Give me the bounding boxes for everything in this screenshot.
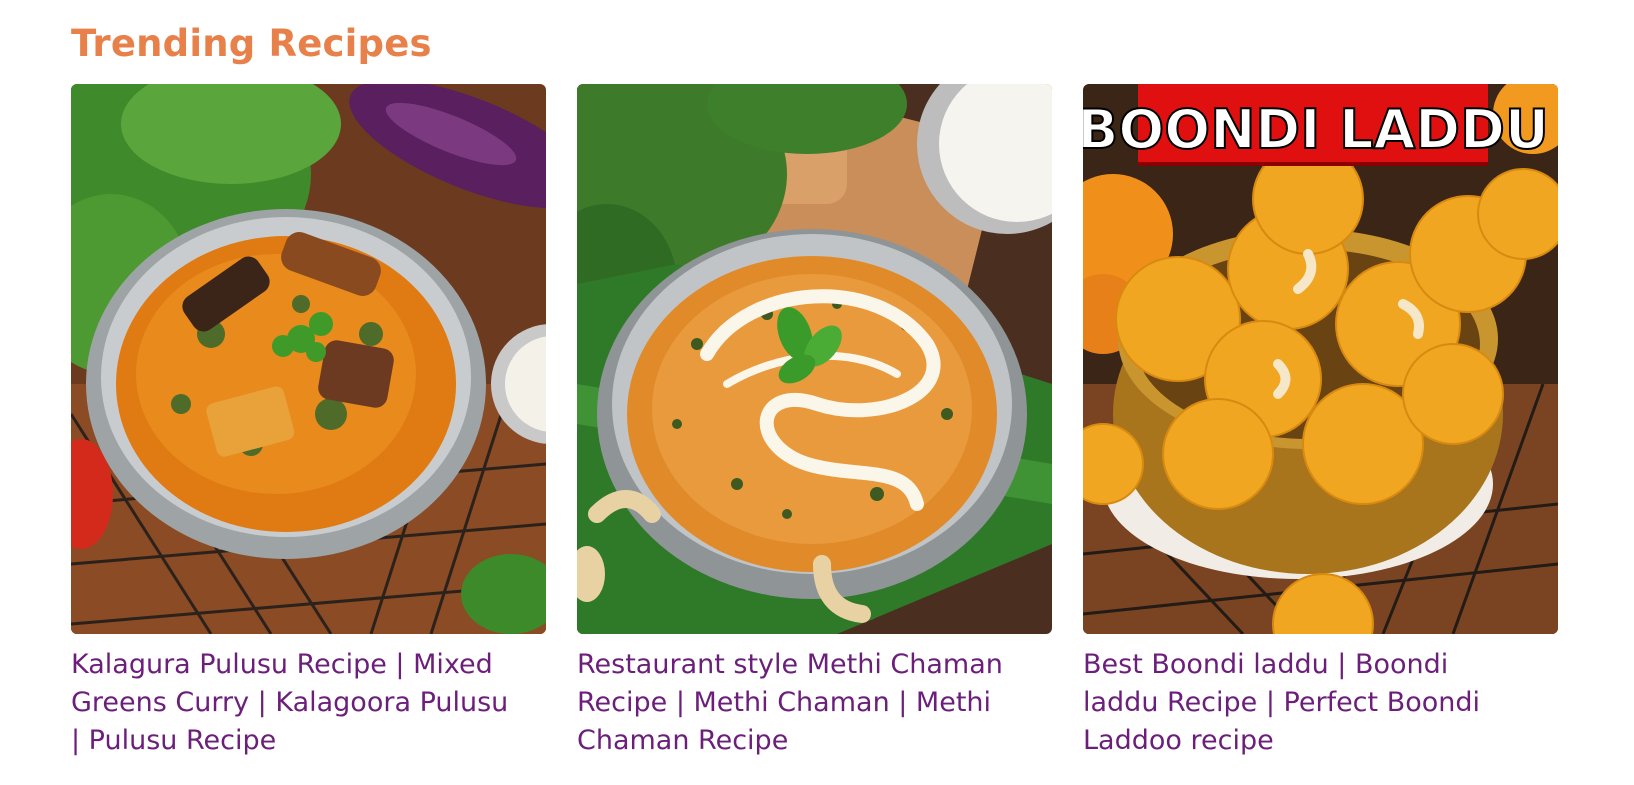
recipe-card-boondi-laddu[interactable]: BOONDI LADDU Best Boondi laddu | Boondi … xyxy=(1083,84,1558,760)
recipe-card-kalagura-pulusu[interactable]: Kalagura Pulusu Recipe | Mixed Greens Cu… xyxy=(71,84,546,760)
recipe-title[interactable]: Best Boondi laddu | Boondi laddu Recipe … xyxy=(1083,646,1523,760)
recipe-card-methi-chaman[interactable]: Restaurant style Methi Chaman Recipe | M… xyxy=(577,84,1052,760)
recipe-grid: Kalagura Pulusu Recipe | Mixed Greens Cu… xyxy=(71,84,1558,760)
boondi-laddu-photo: BOONDI LADDU xyxy=(1083,84,1558,634)
recipe-title[interactable]: Kalagura Pulusu Recipe | Mixed Greens Cu… xyxy=(71,646,511,760)
recipe-image-boondi-laddu[interactable]: BOONDI LADDU xyxy=(1083,84,1558,634)
recipe-image-kalagura-pulusu[interactable] xyxy=(71,84,546,634)
image-banner-text: BOONDI LADDU xyxy=(1083,98,1549,161)
section-title: Trending Recipes xyxy=(71,22,432,65)
recipe-title[interactable]: Restaurant style Methi Chaman Recipe | M… xyxy=(577,646,1017,760)
kalagura-pulusu-photo xyxy=(71,84,546,634)
recipe-image-methi-chaman[interactable] xyxy=(577,84,1052,634)
trending-recipes-section: Trending Recipes Kalagura Pulusu Recipe … xyxy=(71,0,1571,756)
methi-chaman-photo xyxy=(577,84,1052,634)
